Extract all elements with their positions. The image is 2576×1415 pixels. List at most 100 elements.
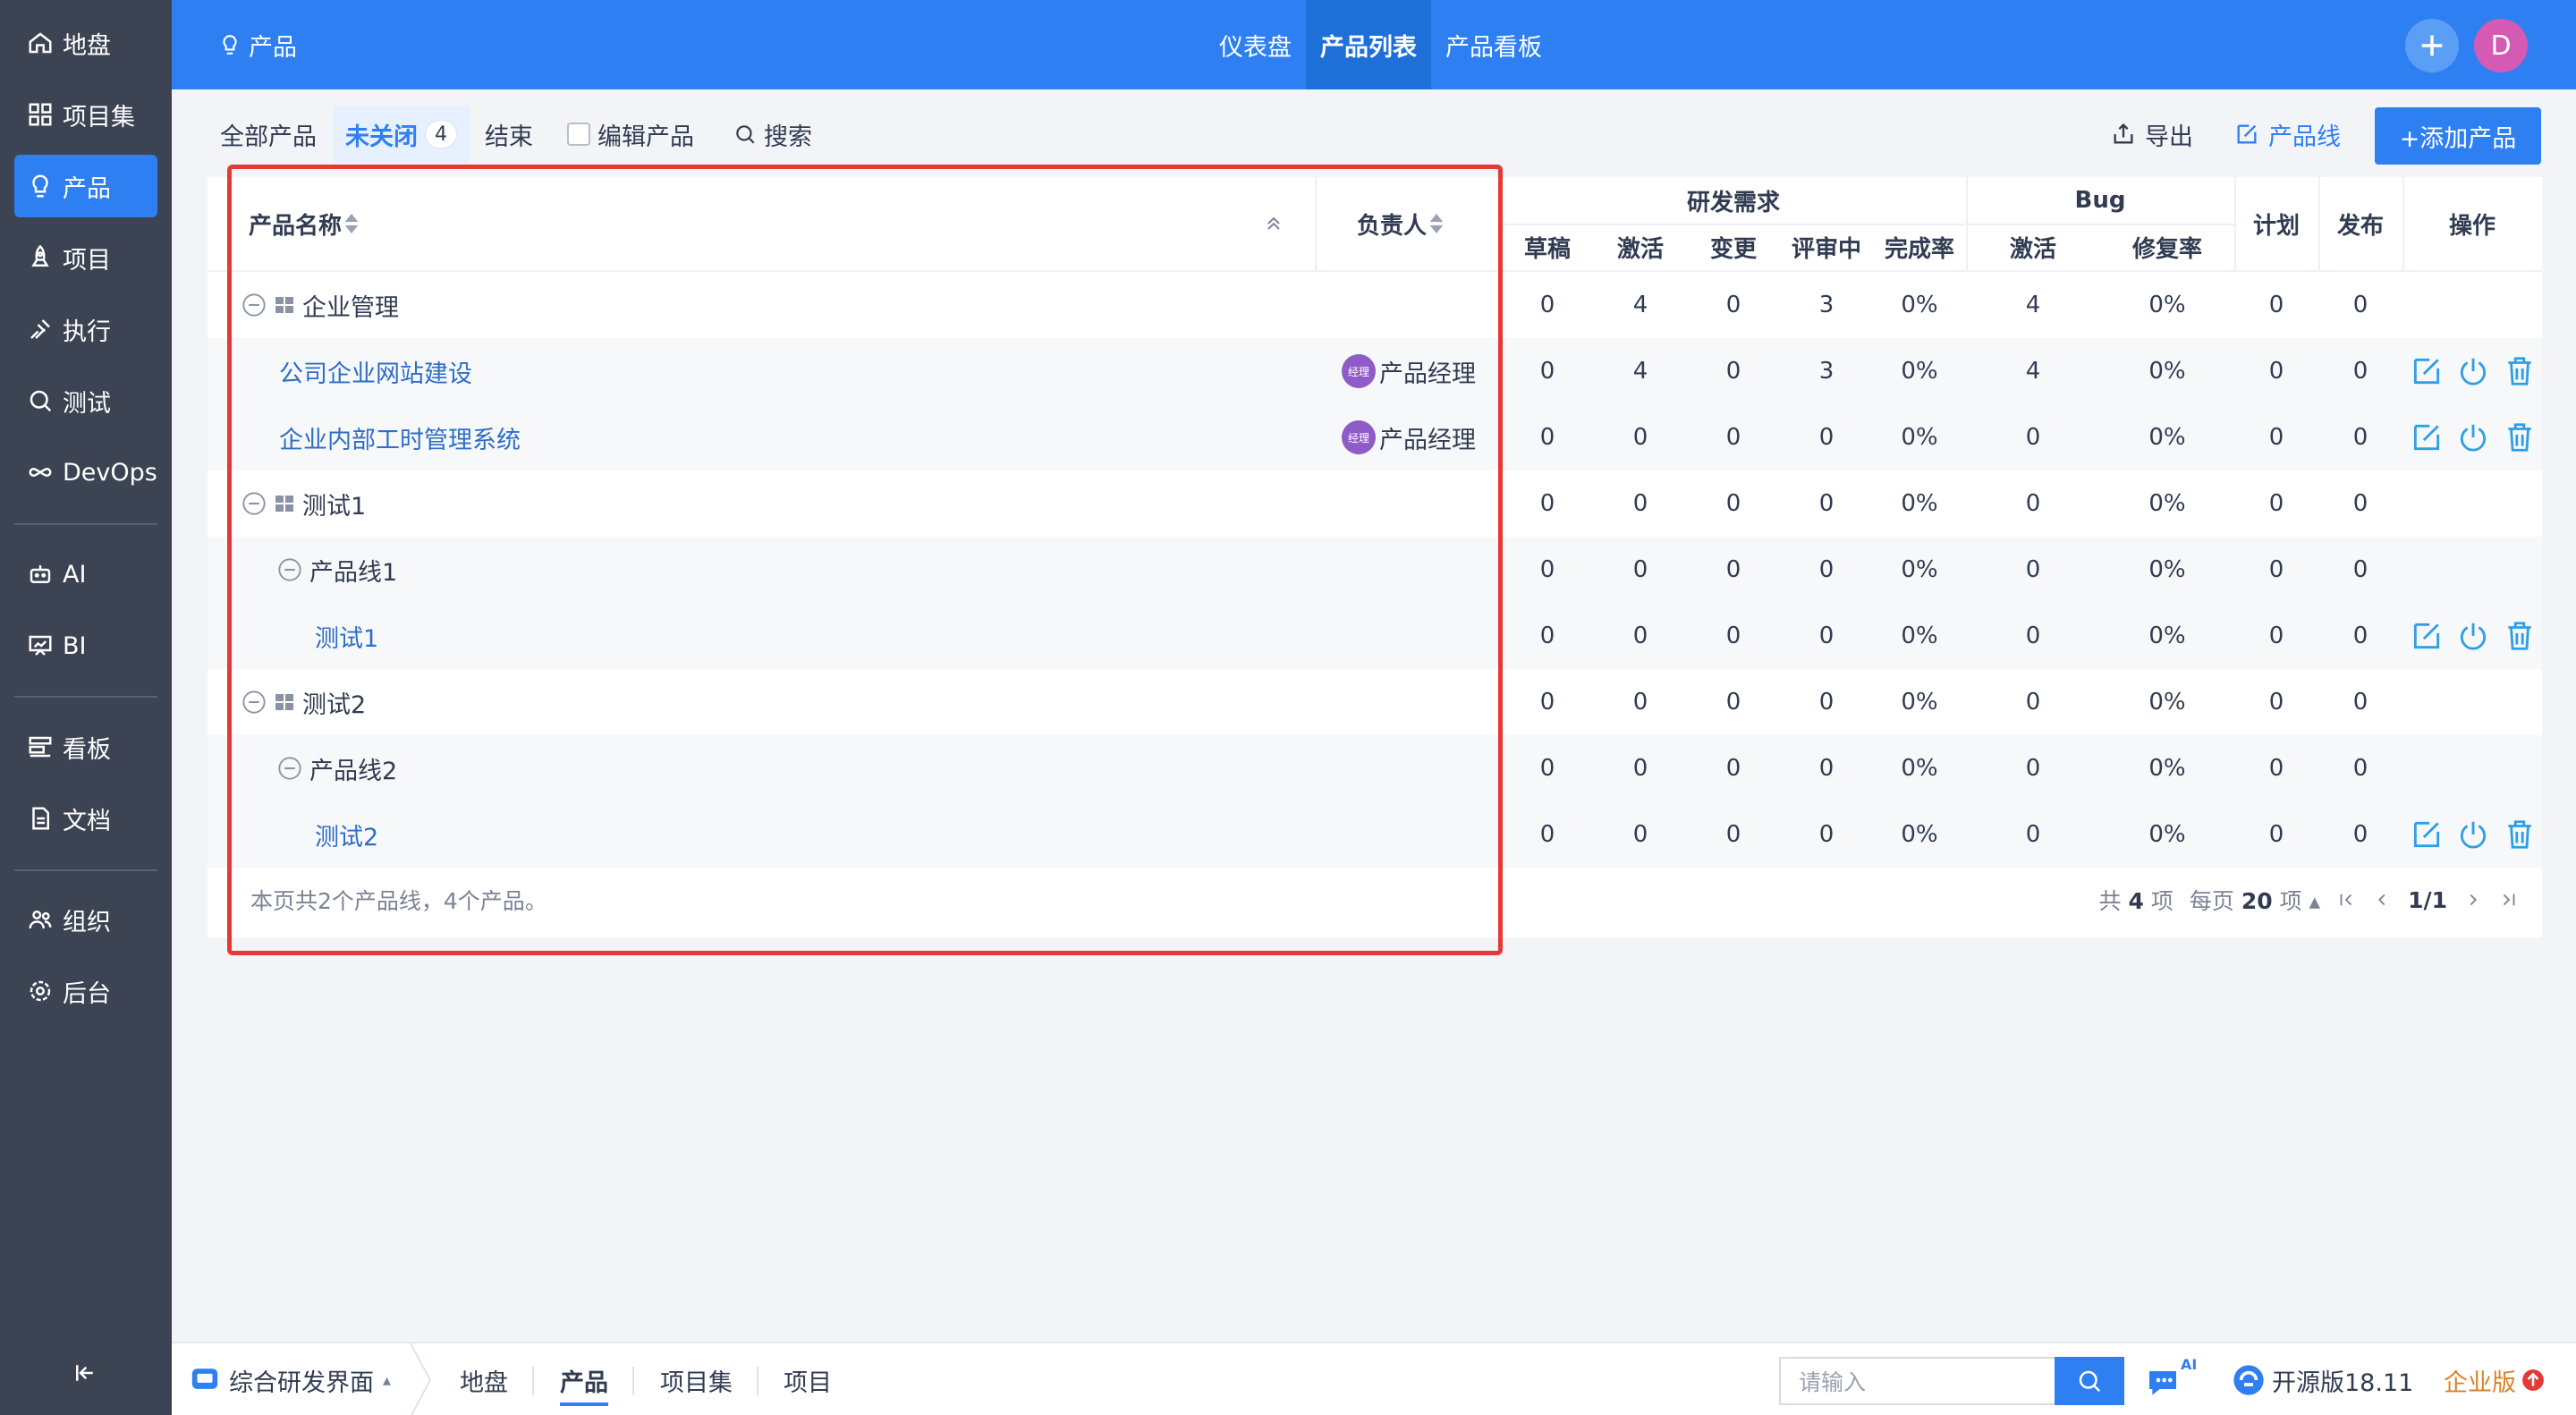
table-cell: 0	[2268, 755, 2284, 782]
chart-board-icon	[29, 635, 52, 656]
table-cell: 0%	[1901, 755, 1938, 782]
sidebar-item-product[interactable]: 产品	[14, 155, 157, 217]
bottom-nav-program[interactable]: 项目集	[660, 1343, 733, 1415]
table-cell: 0	[2025, 424, 2041, 451]
sidebar-item-dashboard[interactable]: 地盘	[14, 12, 157, 74]
product-link[interactable]: 测试2	[315, 818, 378, 852]
sidebar-item-label: BI	[63, 631, 87, 660]
sidebar-item-admin[interactable]: 后台	[14, 960, 157, 1022]
workspace-switcher[interactable]: 综合研发界面 ▴	[190, 1343, 391, 1415]
sidebar-item-execution[interactable]: 执行	[14, 298, 157, 360]
table-cell: 0	[1632, 490, 1648, 517]
collapse-toggle-icon[interactable]	[242, 491, 267, 516]
add-product-button[interactable]: +添加产品	[2375, 107, 2541, 165]
table-cell: 0%	[1901, 556, 1938, 583]
trash-icon[interactable]	[2503, 818, 2537, 852]
tab-dashboard[interactable]: 仪表盘	[1205, 0, 1306, 89]
col-header-name[interactable]: 产品名称	[249, 177, 361, 270]
bottom-nav-product[interactable]: 产品	[560, 1343, 608, 1415]
sidebar-item-program[interactable]: 项目集	[14, 83, 157, 146]
trash-icon[interactable]	[2503, 354, 2537, 388]
collapse-toggle-icon[interactable]	[277, 756, 302, 781]
first-page-icon[interactable]	[2336, 890, 2356, 910]
power-icon[interactable]	[2456, 818, 2490, 852]
table-cell: 0	[2025, 689, 2041, 716]
pager-per-page[interactable]: 每页 20 项 ▴	[2190, 884, 2320, 916]
product-link[interactable]: 企业内部工时管理系统	[279, 420, 521, 455]
owner-avatar: 经理	[1342, 354, 1376, 388]
tab-product-kanban[interactable]: 产品看板	[1431, 0, 1556, 89]
table-cell: 0%	[2148, 623, 2186, 649]
edit-icon[interactable]	[2410, 818, 2444, 852]
sidebar-item-ai[interactable]: AI	[14, 543, 157, 606]
edit-products-checkbox[interactable]	[567, 123, 590, 146]
global-search-button[interactable]	[2055, 1357, 2124, 1405]
table-cell: 0	[1539, 292, 1555, 318]
tab-product-list[interactable]: 产品列表	[1306, 0, 1431, 89]
table-cell: 0	[1818, 424, 1835, 451]
page-indicator: 1/1	[2408, 886, 2447, 913]
power-icon[interactable]	[2456, 354, 2490, 388]
kanban-icon	[29, 736, 52, 758]
export-button[interactable]: 导出	[2111, 106, 2193, 163]
table-cell: 0	[1818, 490, 1835, 517]
table-cell: 0	[2268, 689, 2284, 716]
col-header-name-label: 产品名称	[249, 212, 343, 240]
col-header-plan: 计划	[2252, 212, 2300, 240]
table-cell: 0	[1818, 623, 1835, 649]
filter-unclosed[interactable]: 未关闭 4	[333, 106, 470, 163]
collapse-all-icon[interactable]	[1263, 213, 1284, 234]
product-line-label: 产品线1	[309, 558, 398, 587]
power-icon[interactable]	[2456, 619, 2490, 653]
sidebar-item-kanban[interactable]: 看板	[14, 716, 157, 778]
edit-products-toggle[interactable]: 编辑产品	[567, 106, 694, 163]
table-cell: 0%	[1901, 292, 1938, 318]
power-icon[interactable]	[2456, 420, 2490, 454]
filter-all-products[interactable]: 全部产品	[220, 106, 317, 163]
edit-icon[interactable]	[2410, 420, 2444, 454]
ai-badge: AI	[2181, 1356, 2198, 1373]
quick-create-button[interactable]	[2405, 19, 2459, 72]
collapse-toggle-icon[interactable]	[242, 292, 267, 318]
product-link[interactable]: 测试1	[315, 619, 378, 654]
sidebar-item-devops[interactable]: DevOps	[14, 441, 157, 504]
program-icon	[275, 694, 293, 710]
sidebar-item-qa[interactable]: 测试	[14, 369, 157, 432]
edit-icon[interactable]	[2410, 619, 2444, 653]
product-line-button[interactable]: 产品线	[2234, 106, 2341, 163]
product-link[interactable]: 公司企业网站建设	[279, 354, 472, 389]
table-cell: 0%	[2148, 556, 2186, 583]
trash-icon[interactable]	[2503, 420, 2537, 454]
enterprise-upgrade[interactable]: 企业版	[2444, 1343, 2545, 1415]
next-page-icon[interactable]	[2463, 890, 2483, 910]
bottom-nav-project[interactable]: 项目	[784, 1343, 832, 1415]
user-avatar[interactable]: D	[2474, 19, 2528, 72]
edit-icon[interactable]	[2410, 354, 2444, 388]
collapse-toggle-icon[interactable]	[277, 557, 302, 582]
table-cell: 0	[1539, 424, 1555, 451]
filter-unclosed-label: 未关闭	[345, 123, 418, 151]
robot-icon	[30, 565, 51, 583]
trash-icon[interactable]	[2503, 619, 2537, 653]
search-toggle[interactable]: 搜索	[733, 106, 812, 163]
sidebar-item-org[interactable]: 组织	[14, 888, 157, 951]
collapse-toggle-icon[interactable]	[242, 690, 267, 715]
sidebar-item-project[interactable]: 项目	[14, 226, 157, 289]
prev-page-icon[interactable]	[2372, 890, 2392, 910]
sidebar-item-bi[interactable]: BI	[14, 614, 157, 677]
unclosed-count-badge: 4	[425, 120, 457, 148]
ai-assistant-button[interactable]: AI	[2145, 1343, 2197, 1415]
sidebar-item-doc[interactable]: 文档	[14, 787, 157, 850]
col-header-release: 发布	[2336, 212, 2384, 240]
product-name-cell: 测试1	[315, 603, 378, 669]
table-cell: 0	[2352, 556, 2368, 583]
table-cell: 0	[2268, 424, 2284, 451]
collapse-sidebar-icon[interactable]	[72, 1360, 98, 1386]
global-search-input[interactable]: 请输入	[1779, 1357, 2055, 1405]
filter-closed[interactable]: 结束	[485, 106, 533, 163]
last-page-icon[interactable]	[2499, 890, 2519, 910]
version-info[interactable]: 开源版18.11	[2231, 1343, 2413, 1415]
bottom-nav-dashboard[interactable]: 地盘	[460, 1343, 508, 1415]
col-header-owner[interactable]: 负责人	[1317, 177, 1487, 270]
table-cell: 0	[1632, 424, 1648, 451]
